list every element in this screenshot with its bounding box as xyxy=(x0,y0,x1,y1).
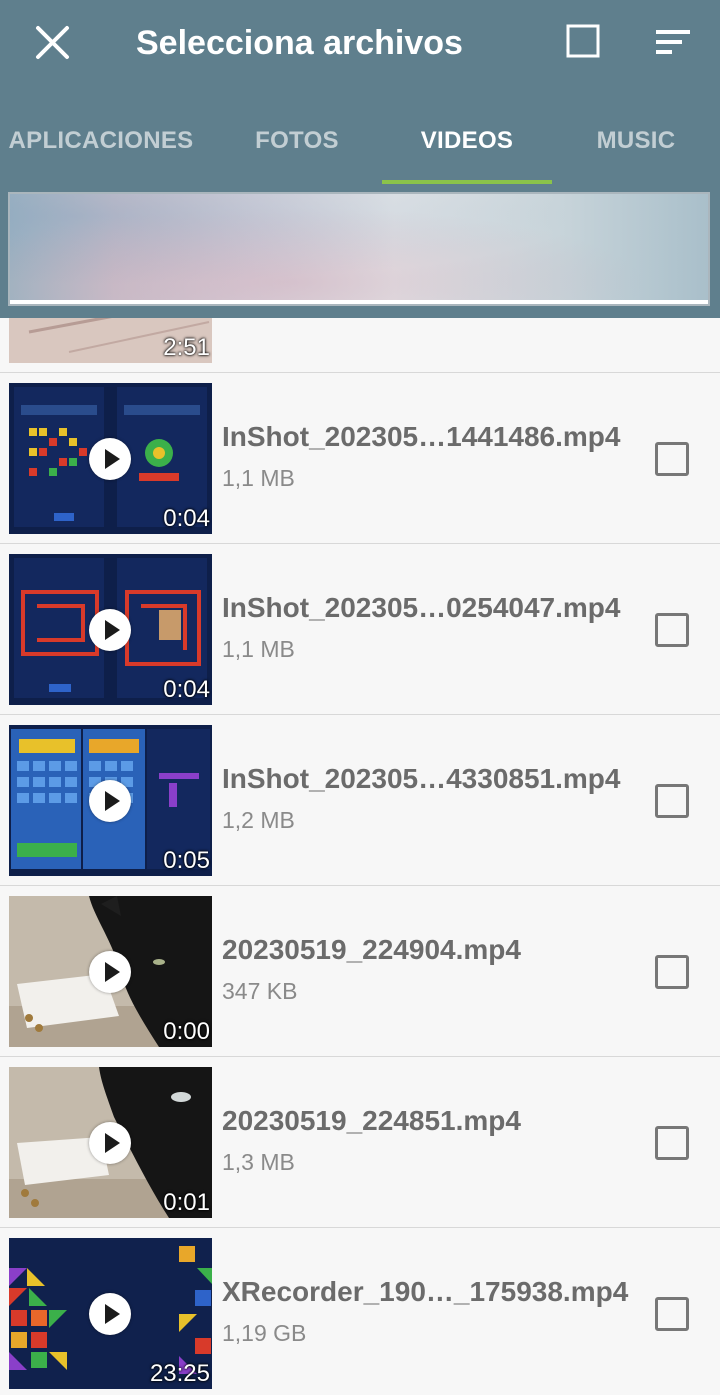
play-icon xyxy=(89,951,131,993)
file-size: 347 KB xyxy=(222,978,298,1004)
close-icon xyxy=(36,26,69,59)
list-item[interactable]: 0:04 InShot_202305…1441486.mp4 1,1 MB xyxy=(0,373,720,544)
select-checkbox[interactable] xyxy=(655,613,689,647)
file-size: 1,3 MB xyxy=(222,1149,295,1175)
video-thumbnail[interactable]: 23:25 xyxy=(9,1238,212,1389)
app-header: Selecciona archivos APLICACIONES FOTOS V… xyxy=(0,0,720,318)
video-thumbnail[interactable]: 0:00 xyxy=(9,896,212,1047)
tab-label: FOTOS xyxy=(255,127,339,154)
tab-bar: APLICACIONES FOTOS VIDEOS MUSIC xyxy=(0,98,720,186)
checkbox-outline-icon xyxy=(566,24,600,58)
file-name: InShot_202305…1441486.mp4 xyxy=(222,421,621,452)
video-duration: 2:51 xyxy=(163,334,210,361)
tab-label: APLICACIONES xyxy=(8,127,194,154)
tab-videos[interactable]: VIDEOS xyxy=(382,98,552,184)
list-item[interactable]: 23:25 XRecorder_190…_175938.mp4 1,19 GB xyxy=(0,1228,720,1395)
active-tab-indicator xyxy=(382,180,552,184)
list-item[interactable]: 0:00 20230519_224904.mp4 347 KB xyxy=(0,886,720,1057)
ad-banner[interactable] xyxy=(8,192,710,306)
file-name: XRecorder_190…_175938.mp4 xyxy=(222,1276,629,1307)
file-name: InShot_202305…0254047.mp4 xyxy=(222,592,621,623)
select-all-button[interactable] xyxy=(562,20,608,66)
video-duration: 0:00 xyxy=(163,1018,210,1045)
select-checkbox[interactable] xyxy=(655,784,689,818)
tab-music[interactable]: MUSIC xyxy=(552,98,720,184)
banner-divider xyxy=(10,300,708,304)
play-icon xyxy=(89,609,131,651)
select-checkbox[interactable] xyxy=(655,955,689,989)
tab-label: VIDEOS xyxy=(420,127,514,154)
file-size: 1,1 MB xyxy=(222,465,295,491)
select-checkbox[interactable] xyxy=(655,442,689,476)
video-duration: 0:04 xyxy=(163,676,210,703)
play-icon xyxy=(89,438,131,480)
video-duration: 0:05 xyxy=(163,847,210,874)
close-button[interactable] xyxy=(28,20,78,66)
video-thumbnail[interactable]: 0:05 xyxy=(9,725,212,876)
play-icon xyxy=(89,780,131,822)
file-size: 1,19 GB xyxy=(222,1320,307,1346)
toolbar: Selecciona archivos xyxy=(0,0,720,88)
list-item[interactable]: 0:04 InShot_202305…0254047.mp4 1,1 MB xyxy=(0,544,720,715)
tab-aplicaciones[interactable]: APLICACIONES xyxy=(0,98,202,184)
page-title: Selecciona archivos xyxy=(136,24,463,62)
video-thumbnail[interactable]: 0:01 xyxy=(9,1067,212,1218)
video-thumbnail[interactable]: 0:04 xyxy=(9,554,212,705)
sort-button[interactable] xyxy=(650,20,696,66)
file-name: 20230519_224904.mp4 xyxy=(222,934,521,965)
sort-icon xyxy=(656,30,690,54)
file-picker-screen: 2:51 0:04 InShot_202305…1441486.mp4 1,1 … xyxy=(0,0,720,1395)
list-item[interactable]: 0:05 InShot_202305…4330851.mp4 1,2 MB xyxy=(0,715,720,886)
select-checkbox[interactable] xyxy=(655,1126,689,1160)
file-name: InShot_202305…4330851.mp4 xyxy=(222,763,621,794)
play-icon xyxy=(89,1122,131,1164)
tab-fotos[interactable]: FOTOS xyxy=(212,98,382,184)
play-icon xyxy=(89,1293,131,1335)
tab-label: MUSIC xyxy=(596,127,676,154)
video-duration: 0:04 xyxy=(163,505,210,532)
select-checkbox[interactable] xyxy=(655,1297,689,1331)
list-item[interactable]: 0:01 20230519_224851.mp4 1,3 MB xyxy=(0,1057,720,1228)
file-size: 1,1 MB xyxy=(222,636,295,662)
video-duration: 0:01 xyxy=(163,1189,210,1216)
file-name: 20230519_224851.mp4 xyxy=(222,1105,521,1136)
video-duration: 23:25 xyxy=(149,1360,210,1387)
video-thumbnail[interactable]: 0:04 xyxy=(9,383,212,534)
file-size: 1,2 MB xyxy=(222,807,295,833)
